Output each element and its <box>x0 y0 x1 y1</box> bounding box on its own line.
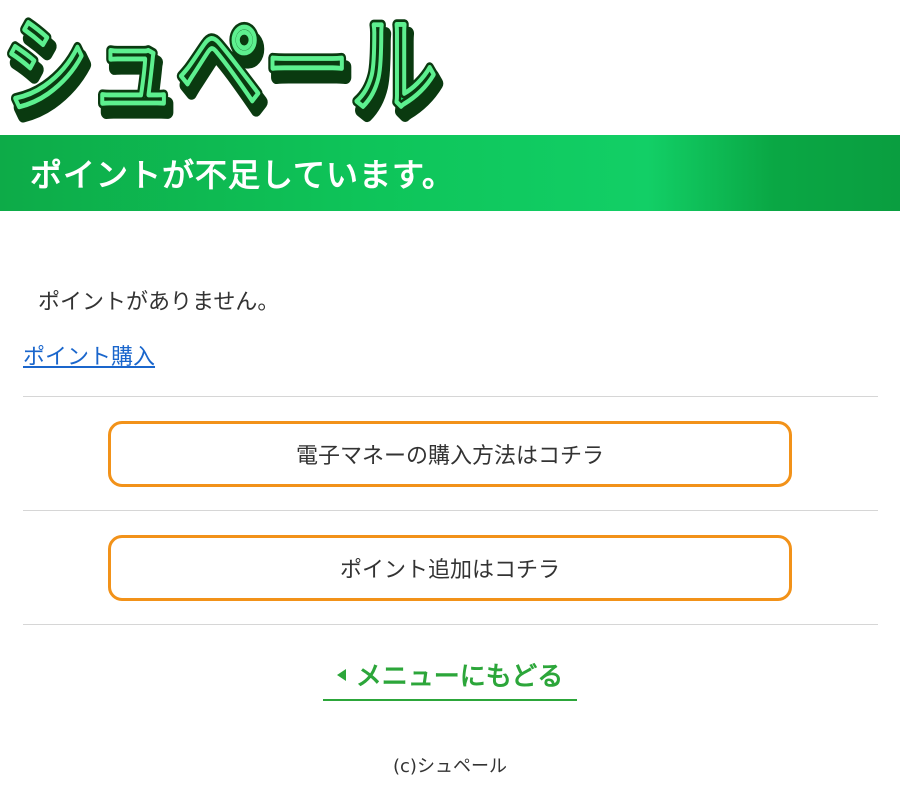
back-to-menu-link[interactable]: メニューにもどる <box>323 650 577 701</box>
site-logo[interactable]: シュペール シュペール シュペール <box>0 0 460 141</box>
copyright: (c)シュペール <box>393 756 507 777</box>
buy-points-link[interactable]: ポイント購入 <box>23 339 155 371</box>
divider <box>23 510 878 511</box>
page-title: ポイントが不足しています。 <box>30 156 455 194</box>
back-to-menu-label: メニューにもどる <box>355 662 564 692</box>
page-header-banner: ポイントが不足しています。 <box>0 135 900 211</box>
no-points-message: ポイントがありません。 <box>38 290 280 315</box>
divider <box>23 624 878 625</box>
add-points-button[interactable]: ポイント追加はコチラ <box>108 535 792 601</box>
logo-image: シュペール シュペール シュペール <box>0 3 447 141</box>
divider <box>23 396 878 397</box>
triangle-left-icon <box>336 668 346 681</box>
logo-highlight: シュペール <box>2 6 438 129</box>
emoney-purchase-guide-button[interactable]: 電子マネーの購入方法はコチラ <box>108 421 792 487</box>
